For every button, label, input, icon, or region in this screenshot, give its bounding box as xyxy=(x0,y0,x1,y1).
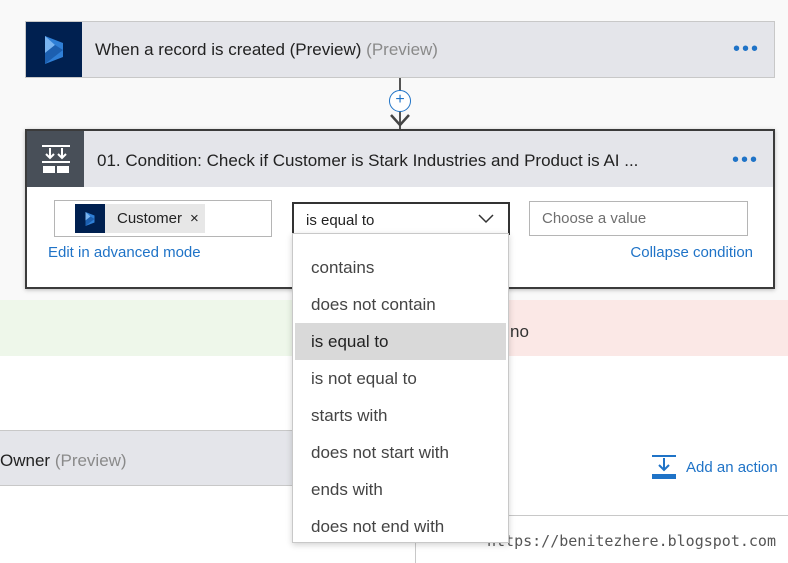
collapse-condition-link[interactable]: Collapse condition xyxy=(630,244,753,261)
add-action-label: Add an action xyxy=(686,458,778,476)
owner-action-card[interactable]: Owner (Preview) xyxy=(0,430,292,486)
condition-left-operand[interactable]: Customer × xyxy=(54,200,272,237)
dynamic-content-token[interactable]: Customer × xyxy=(75,204,205,233)
trigger-title: When a record is created (Preview) (Prev… xyxy=(95,40,438,60)
trigger-preview-suffix: (Preview) xyxy=(366,40,438,59)
dropdown-option[interactable]: starts with xyxy=(295,397,506,434)
owner-card-title-text: Owner xyxy=(0,451,51,470)
condition-value-input[interactable] xyxy=(529,201,748,236)
dynamics-icon xyxy=(26,22,82,77)
add-action-icon xyxy=(652,455,676,479)
operator-select[interactable]: is equal to xyxy=(292,202,510,235)
arrow-down-icon xyxy=(390,114,410,127)
dropdown-option[interactable]: does not contain xyxy=(295,286,506,323)
watermark-text: https://benitezhere.blogspot.com xyxy=(487,532,776,550)
no-branch-header xyxy=(508,300,788,356)
operator-dropdown-list: contains does not contain is equal to is… xyxy=(292,233,509,543)
dropdown-option[interactable]: does not end with xyxy=(295,508,506,545)
token-label: Customer xyxy=(117,210,183,227)
flow-designer-canvas: When a record is created (Preview) (Prev… xyxy=(0,0,788,563)
owner-card-title: Owner (Preview) xyxy=(0,451,127,471)
trigger-title-text: When a record is created (Preview) xyxy=(95,40,362,59)
trigger-more-options-icon[interactable]: ••• xyxy=(733,39,760,59)
dropdown-option[interactable]: does not start with xyxy=(295,434,506,471)
condition-header[interactable]: 01. Condition: Check if Customer is Star… xyxy=(27,131,773,187)
trigger-card[interactable]: When a record is created (Preview) (Prev… xyxy=(25,21,775,78)
dropdown-option[interactable]: ends with xyxy=(295,471,506,508)
condition-title: 01. Condition: Check if Customer is Star… xyxy=(97,151,639,170)
dropdown-option-selected[interactable]: is equal to xyxy=(295,323,506,360)
no-branch-label: no xyxy=(510,322,529,341)
owner-preview-suffix: (Preview) xyxy=(54,451,127,470)
insert-step-button[interactable]: + xyxy=(389,90,411,112)
edit-in-advanced-mode-link[interactable]: Edit in advanced mode xyxy=(48,244,201,261)
chevron-down-icon xyxy=(478,214,494,224)
dropdown-option[interactable]: contains xyxy=(295,249,506,286)
condition-more-options-icon[interactable]: ••• xyxy=(732,150,759,170)
add-action-button[interactable]: Add an action xyxy=(650,454,778,480)
yes-branch-header xyxy=(0,300,292,356)
dynamics-token-icon xyxy=(75,204,105,233)
condition-icon xyxy=(27,131,84,187)
operator-selected-value: is equal to xyxy=(306,212,375,229)
token-remove-icon[interactable]: × xyxy=(190,210,199,227)
dropdown-option[interactable]: is not equal to xyxy=(295,360,506,397)
